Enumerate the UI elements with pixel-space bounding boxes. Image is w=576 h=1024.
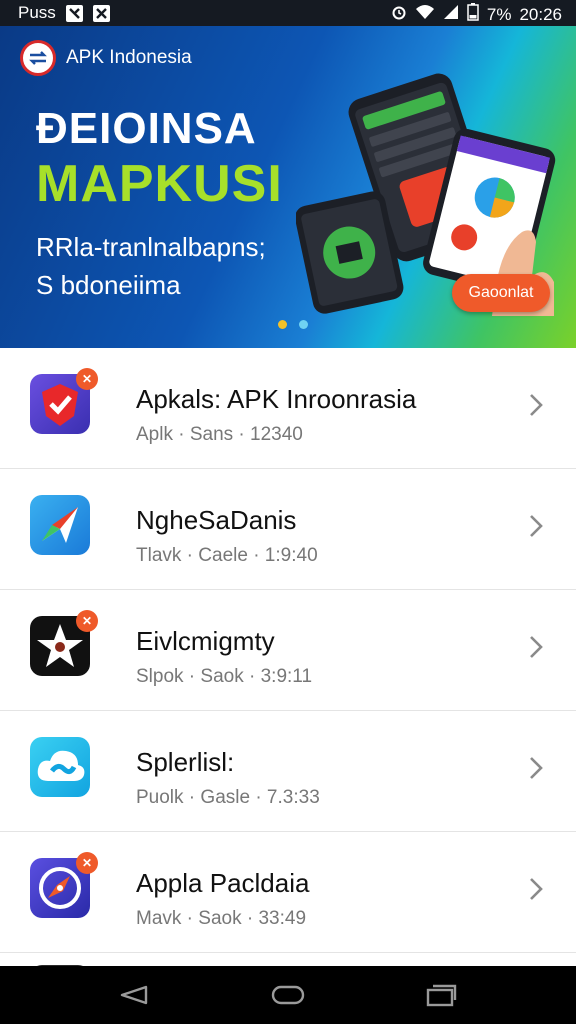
app-list: ✕ Apkals: APK Inroonrasia Aplk · Sans · … <box>0 348 576 983</box>
paper-plane-icon <box>30 495 90 555</box>
app-meta: Aplk · Sans · 12340 <box>136 424 303 445</box>
brand-name: APK Indonesia <box>66 47 192 68</box>
chevron-right-icon <box>530 878 543 900</box>
promo-banner[interactable]: APK Indonesia ÐEIOINSA MAPKUSI RRla-tran… <box>0 26 576 348</box>
recents-icon[interactable] <box>424 981 458 1009</box>
signal-icon <box>443 4 459 25</box>
chevron-right-icon <box>530 394 543 416</box>
alarm-icon <box>391 4 407 25</box>
carrier-label: Puss <box>18 3 56 22</box>
badge-icon: ✕ <box>76 852 98 874</box>
banner-subtitle-line2: S bdoneiima <box>36 270 181 300</box>
app-meta: Puolk · Gasle · 7.3:33 <box>136 787 320 808</box>
compass-icon: ✕ <box>30 852 98 918</box>
star-icon: ✕ <box>30 610 98 676</box>
badge-icon: ✕ <box>76 610 98 632</box>
list-item[interactable]: NgheSaDanis Tlavk · Caele · 1:9:40 <box>0 469 576 590</box>
system-nav-bar <box>0 966 576 1024</box>
banner-subtitle-line1: RRla-tranlnalbapns; <box>36 232 266 262</box>
carousel-indicator[interactable] <box>278 320 308 329</box>
home-icon[interactable] <box>270 981 306 1009</box>
app-title: Eivlcmigmty <box>136 626 275 656</box>
cloud-link-icon <box>30 737 90 797</box>
banner-headline-line2: MAPKUSI <box>36 155 283 213</box>
status-bar: Puss 7% 20:26 <box>0 0 576 26</box>
badge-icon: ✕ <box>76 368 98 390</box>
back-icon[interactable] <box>116 981 150 1009</box>
battery-icon <box>467 3 479 26</box>
app-meta: Slpok · Saok · 3:9:11 <box>136 666 313 687</box>
brand-logo-icon <box>20 40 56 76</box>
banner-cta-button[interactable]: Gaoonlat <box>452 274 550 312</box>
chevron-right-icon <box>530 636 543 658</box>
app-title: Splerlisl: <box>136 747 235 777</box>
notification-icon <box>65 4 83 22</box>
chevron-right-icon <box>530 757 543 779</box>
list-item[interactable]: ✕ Apkals: APK Inroonrasia Aplk · Sans · … <box>0 348 576 469</box>
list-item[interactable]: ✕ Eivlcmigmty Slpok · Saok · 3:9:11 <box>0 590 576 711</box>
app-title: Apkals: APK Inroonrasia <box>136 384 417 414</box>
app-meta: Tlavk · Caele · 1:9:40 <box>136 545 318 566</box>
app-title: Appla Pacldaia <box>136 868 310 898</box>
shield-check-icon: ✕ <box>30 368 98 434</box>
carousel-dot[interactable] <box>278 320 287 329</box>
carousel-dot[interactable] <box>299 320 308 329</box>
chevron-right-icon <box>530 515 543 537</box>
app-title: NgheSaDanis <box>136 505 297 535</box>
notification-icon <box>92 4 110 22</box>
battery-percent: 7% <box>486 4 512 24</box>
banner-headline-line1: ÐEIOINSA <box>36 104 257 153</box>
list-item[interactable]: ✕ Appla Pacldaia Mavk · Saok · 33:49 <box>0 832 576 953</box>
list-item[interactable]: Splerlisl: Puolk · Gasle · 7.3:33 <box>0 711 576 832</box>
wifi-icon <box>415 4 435 25</box>
clock: 20:26 <box>519 4 562 24</box>
brand-logo: APK Indonesia <box>20 40 192 76</box>
app-meta: Mavk · Saok · 33:49 <box>136 908 307 929</box>
